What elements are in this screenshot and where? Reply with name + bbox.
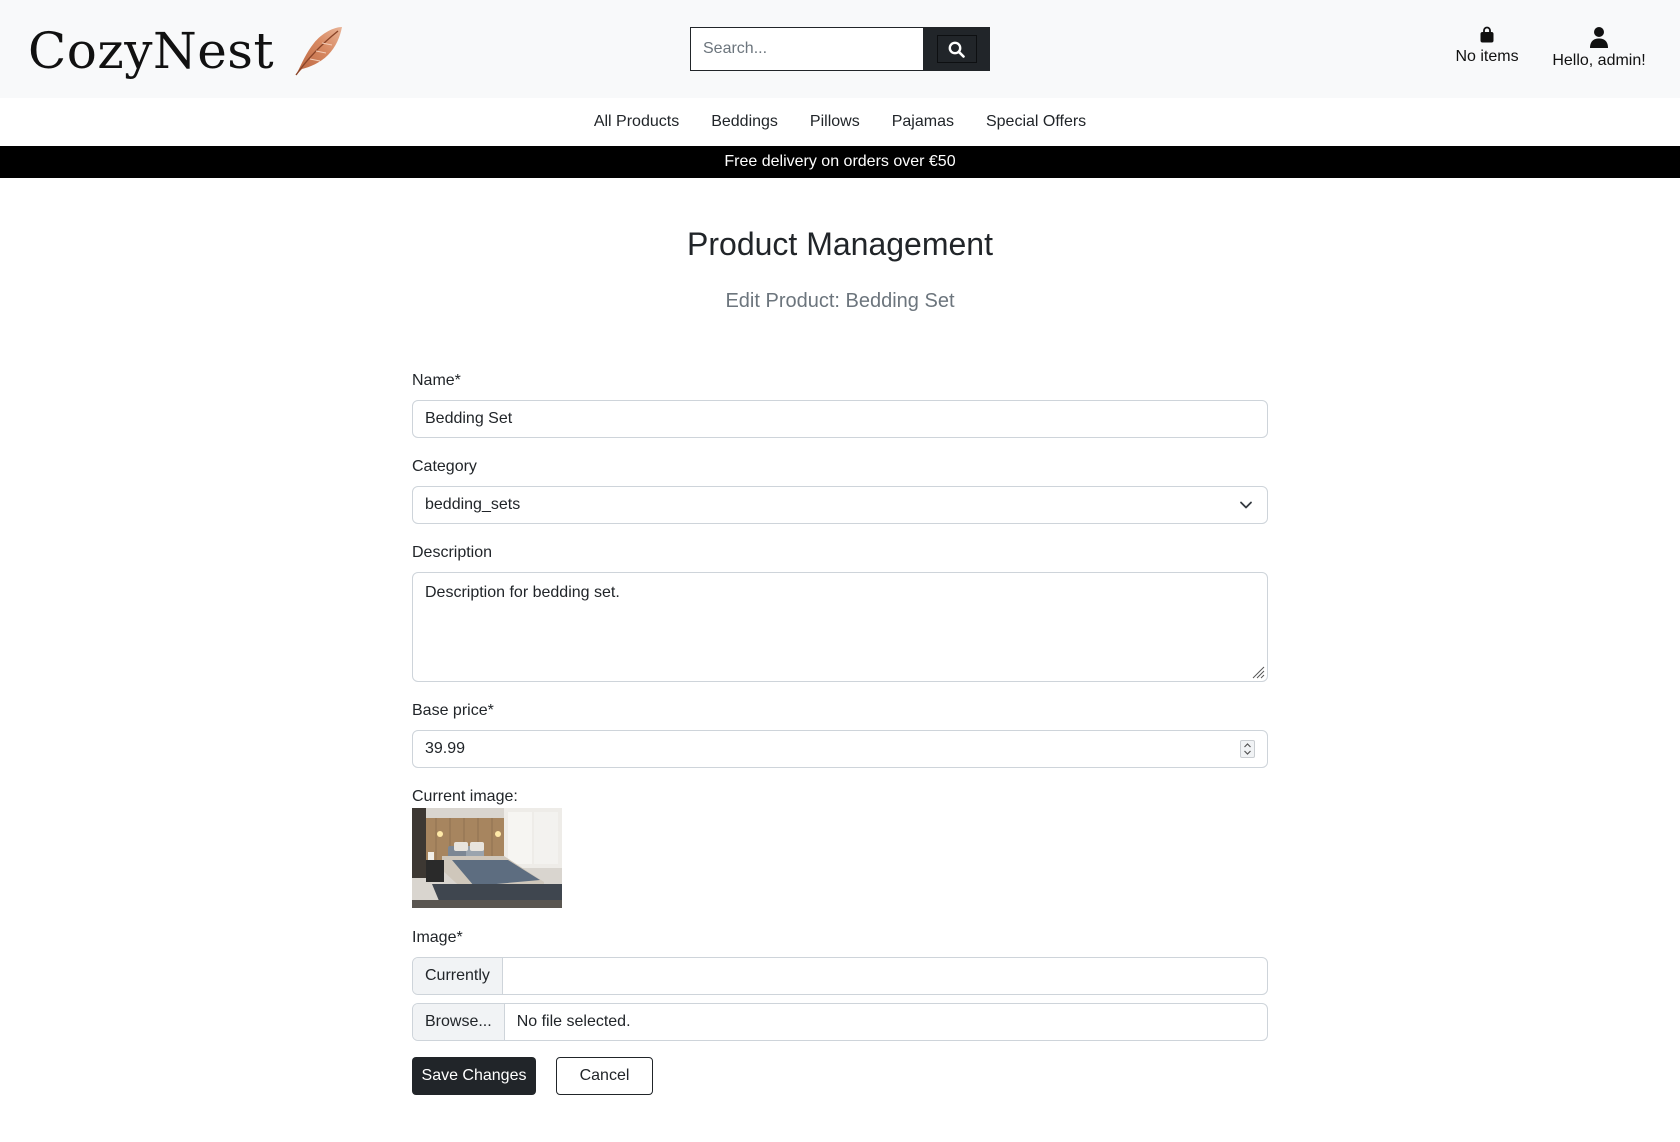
bedroom-photo	[412, 808, 562, 908]
category-select[interactable]: bedding_sets	[412, 486, 1268, 524]
price-value: 39.99	[425, 740, 466, 757]
chevron-down-icon	[1240, 501, 1252, 509]
description-textarea[interactable]: Description for bedding set.	[412, 572, 1268, 682]
file-status: No file selected.	[516, 1013, 631, 1030]
bag-label: No items	[1455, 48, 1519, 65]
main-nav: All Products Beddings Pillows Pajamas Sp…	[0, 98, 1680, 146]
image-label: Image*	[412, 929, 463, 946]
feather-logo-icon	[295, 27, 343, 76]
search-button-inner	[936, 35, 977, 63]
current-image-label: Current image:	[412, 788, 518, 805]
nav-all-products[interactable]: All Products	[594, 113, 679, 131]
file-input[interactable]: Browse... No file selected.	[412, 1003, 1268, 1041]
name-field[interactable]	[412, 400, 1268, 438]
number-spinner[interactable]	[1240, 740, 1255, 758]
price-field[interactable]: 39.99	[412, 730, 1268, 768]
delivery-banner: Free delivery on orders over €50	[0, 146, 1680, 178]
brand-link[interactable]: CozyNest	[28, 20, 344, 82]
search-icon	[948, 41, 965, 58]
category-value: bedding_sets	[425, 496, 521, 513]
search-button[interactable]	[923, 27, 990, 71]
currently-label: Currently	[413, 958, 503, 994]
account-link[interactable]: Hello, admin!	[1546, 26, 1652, 70]
name-label: Name*	[412, 372, 461, 389]
cancel-button[interactable]: Cancel	[556, 1057, 653, 1095]
save-changes-button[interactable]: Save Changes	[412, 1057, 536, 1095]
price-label: Base price*	[412, 702, 494, 719]
nav-beddings[interactable]: Beddings	[711, 113, 778, 131]
category-label: Category	[412, 458, 477, 475]
shopping-bag-link[interactable]: No items	[1446, 26, 1528, 66]
page-title: Product Management	[687, 226, 993, 262]
description-label: Description	[412, 544, 493, 561]
resize-handle-icon[interactable]	[1251, 665, 1265, 679]
search-form	[690, 27, 990, 71]
nav-pajamas[interactable]: Pajamas	[892, 113, 954, 131]
name-input[interactable]	[425, 401, 1255, 437]
nav-special-offers[interactable]: Special Offers	[986, 113, 1086, 131]
brand-name: CozyNest	[28, 22, 275, 80]
spinner-arrows-icon	[1244, 743, 1251, 755]
site-header: CozyNest Search... No items Hello, admin…	[0, 0, 1680, 98]
search-input[interactable]	[690, 27, 923, 71]
description-value: Description for bedding set.	[425, 584, 620, 601]
browse-button[interactable]: Browse...	[413, 1004, 505, 1040]
current-product-image	[412, 808, 562, 908]
account-label: Hello, admin!	[1552, 52, 1646, 69]
currently-group: Currently	[412, 957, 1268, 995]
shopping-bag-icon	[1480, 26, 1494, 43]
nav-pillows[interactable]: Pillows	[810, 113, 860, 131]
currently-value[interactable]	[503, 958, 527, 994]
user-icon	[1590, 27, 1608, 48]
page-subtitle: Edit Product: Bedding Set	[725, 290, 955, 312]
